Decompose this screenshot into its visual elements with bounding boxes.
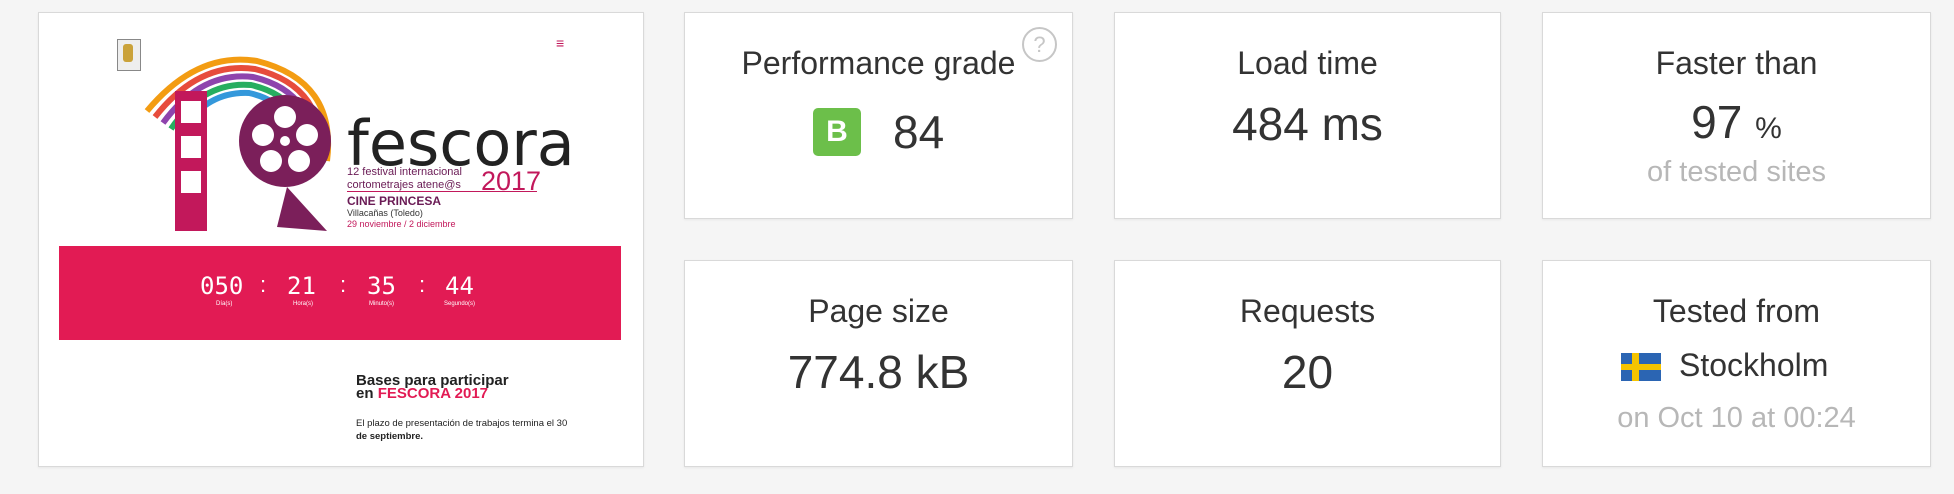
venue-name: CINE PRINCESA bbox=[347, 194, 442, 208]
performance-grade-card: Performance grade ? B 84 bbox=[684, 12, 1073, 219]
requests-label: Requests bbox=[1239, 293, 1376, 329]
requests-value: 20 bbox=[1281, 346, 1334, 398]
bases-text-line1: El plazo de presentación de trabajos ter… bbox=[356, 418, 568, 429]
festival-subtitle-2: cortometrajes atene@s bbox=[347, 179, 461, 191]
countdown-minutes-label: Minuto(s) bbox=[369, 301, 395, 307]
tested-from-city: Stockholm bbox=[1679, 347, 1829, 383]
faster-than-subtext: of tested sites bbox=[1647, 156, 1826, 188]
performance-grade-label: Performance grade bbox=[741, 45, 1016, 81]
help-icon[interactable]: ? bbox=[1022, 27, 1057, 62]
countdown-separator: : bbox=[260, 272, 267, 297]
film-reel-logo-icon bbox=[144, 56, 332, 231]
countdown-minutes: 35 bbox=[367, 272, 396, 300]
load-time-label: Load time bbox=[1237, 45, 1378, 81]
requests-card: Requests 20 bbox=[1114, 260, 1501, 467]
page-size-card: Page size 774.8 kB bbox=[684, 260, 1073, 467]
hamburger-menu-icon: ≡ bbox=[556, 35, 565, 51]
load-time-card: Load time 484 ms bbox=[1114, 12, 1501, 219]
page-size-value: 774.8 kB bbox=[787, 346, 970, 398]
festival-year: 2017 bbox=[481, 166, 542, 196]
page-size-label: Page size bbox=[808, 293, 949, 329]
faster-than-card: Faster than 97 % of tested sites bbox=[1542, 12, 1931, 219]
festival-dates: 29 noviembre / 2 diciembre bbox=[347, 219, 456, 229]
bases-heading-highlight: FESCORA 2017 bbox=[377, 385, 489, 402]
countdown-seconds: 44 bbox=[445, 272, 474, 300]
load-time-value: 484 ms bbox=[1232, 98, 1383, 150]
countdown-days-label: Día(s) bbox=[216, 301, 233, 307]
tested-from-time: on Oct 10 at 00:24 bbox=[1617, 402, 1856, 434]
tested-from-card: Tested from Stockholm on Oct 10 at 00:24 bbox=[1542, 260, 1931, 467]
faster-than-unit: % bbox=[1755, 112, 1782, 145]
countdown-days: 050 bbox=[200, 272, 244, 300]
sweden-flag-icon bbox=[1621, 353, 1661, 381]
bases-heading-prefix: en bbox=[356, 385, 378, 402]
faster-than-value: 97 bbox=[1691, 96, 1743, 148]
tested-from-label: Tested from bbox=[1652, 293, 1821, 329]
countdown-banner: 050 : 21 : 35 : 44 Día(s) Hora(s) Minuto… bbox=[59, 246, 621, 340]
faster-than-label: Faster than bbox=[1655, 45, 1818, 81]
countdown-seconds-label: Segundo(s) bbox=[444, 301, 476, 307]
bases-text-line2: de septiembre. bbox=[356, 431, 424, 442]
countdown-hours-label: Hora(s) bbox=[293, 301, 314, 307]
faster-than-value-row: 97 % bbox=[1543, 95, 1930, 149]
bases-heading-line2: en FESCORA 2017 bbox=[356, 385, 488, 402]
festival-subtitle-1: 12 festival internacional bbox=[347, 166, 462, 178]
countdown-hours: 21 bbox=[287, 272, 316, 300]
grade-badge: B bbox=[813, 108, 861, 156]
site-screenshot-card[interactable]: ≡ fescora 12 festival internacional cort… bbox=[38, 12, 644, 467]
performance-score: 84 bbox=[893, 106, 945, 158]
venue-location: Villacañas (Toledo) bbox=[347, 208, 423, 218]
countdown-separator: : bbox=[340, 272, 347, 297]
countdown-separator: : bbox=[419, 272, 426, 297]
